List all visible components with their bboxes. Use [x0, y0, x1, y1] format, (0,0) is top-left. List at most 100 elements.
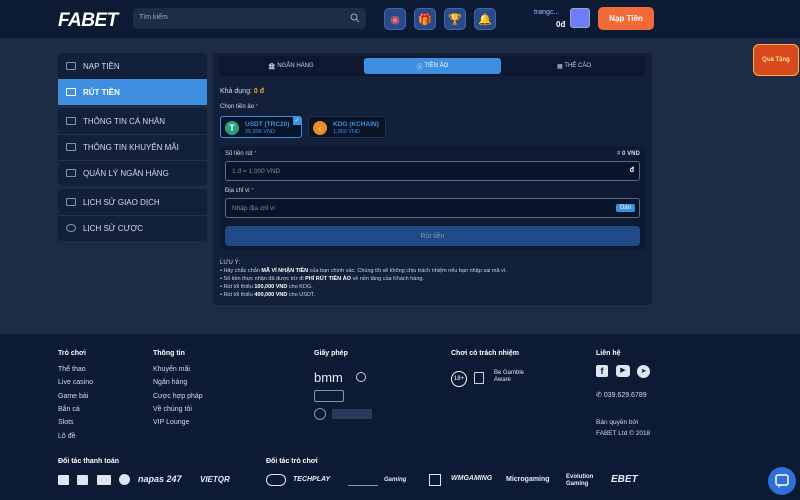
security-badge — [332, 409, 372, 419]
trophy-icon[interactable]: 🏆 — [444, 8, 466, 30]
footer-link[interactable]: Lô đề — [58, 433, 76, 440]
search-icon[interactable] — [350, 13, 360, 23]
coin-icon: ⓢ — [416, 64, 425, 71]
note-3: • Rút tối thiểu 100,000 VND cho KDG. — [220, 284, 313, 290]
footer-link[interactable]: Khuyến mãi — [153, 366, 190, 373]
sidebar-group-history: LỊCH SỬ GIAO DỊCH LỊCH SỬ CƯỢC — [58, 189, 207, 241]
note-4: • Rút tối thiểu 400,000 VND cho USDT. — [220, 292, 315, 298]
check-icon: ✓ — [293, 117, 301, 125]
note-bold: MÃ VÍ NHẬN TIỀN — [261, 268, 309, 274]
label-text: Chọn tiền ảo — [220, 104, 255, 110]
amount-converted: = 0 VND — [617, 151, 640, 157]
required-mark: * — [255, 104, 259, 110]
promo-gift-badge[interactable]: Quà Tặng — [753, 44, 799, 76]
note-text: • Hãy chắc chắn — [220, 268, 262, 274]
sidebar-item-label: THÔNG TIN CÁ NHÂN — [83, 116, 166, 126]
tab-card[interactable]: ▦ THẺ CÀO — [506, 58, 642, 74]
sidebar-item-withdraw[interactable]: RÚT TIỀN — [58, 79, 207, 105]
deposit-button[interactable]: Nạp Tiền — [598, 7, 654, 30]
history-icon — [66, 198, 76, 206]
sidebar-item-promotions[interactable]: THÔNG TIN KHUYẾN MÃI — [58, 134, 207, 160]
facebook-icon[interactable]: f — [596, 365, 608, 377]
partner-logo — [58, 475, 69, 485]
gift-icon[interactable]: 🎁 — [414, 8, 436, 30]
chat-icon — [775, 474, 789, 488]
footer-link[interactable]: Bắn cá — [58, 406, 80, 413]
username[interactable]: trangc... — [534, 9, 559, 16]
telegram-icon[interactable]: ➤ — [637, 365, 650, 378]
footer-link[interactable]: Cược hợp pháp — [153, 393, 203, 400]
napas-logo: napas 247 — [138, 474, 182, 484]
header-balance: 0đ — [556, 20, 566, 29]
techplay-logo: TECHPLAY — [293, 476, 331, 483]
available-label: Khả dụng: — [220, 88, 252, 95]
withdraw-submit-button[interactable]: Rút tiền — [225, 226, 640, 246]
footer-link[interactable]: VIP Lounge — [153, 419, 189, 426]
note-2: • Số tiền thực nhận đã được trừ đi PHÍ R… — [220, 276, 424, 282]
youtube-icon[interactable]: ▶ — [616, 365, 630, 377]
footer-responsible-title: Chơi có trách nhiệm — [451, 350, 519, 357]
lucky-wheel-icon[interactable]: ◉ — [384, 8, 406, 30]
copyright-line-2: FABET Ltd © 2018 — [596, 430, 651, 437]
paste-button[interactable]: Dán — [615, 204, 635, 212]
sidebar-item-label: NẠP TIỀN — [83, 61, 120, 71]
fabet-logo[interactable]: FABET — [58, 10, 118, 32]
partner-logo — [348, 474, 378, 486]
available-balance: Khả dụng: 0 đ — [220, 88, 264, 95]
card-icon — [66, 143, 76, 151]
sidebar-item-bet-history[interactable]: LỊCH SỬ CƯỢC — [58, 215, 207, 241]
amount-input[interactable]: 1 đ = 1,000 VND đ — [225, 161, 640, 181]
copyright-line-1: Bản quyền bởi — [596, 419, 639, 426]
note-text: cho KDG. — [287, 284, 313, 290]
footer-link[interactable]: Về chúng tôi — [153, 406, 192, 413]
note-text: • Rút tối thiểu — [220, 284, 255, 290]
bank-card-icon — [66, 169, 76, 177]
search-input[interactable]: Tìm kiếm — [139, 14, 168, 21]
shield-icon — [314, 408, 326, 420]
wallet-address-input[interactable]: Nhập địa chỉ ví Dán — [225, 198, 640, 218]
footer-link[interactable]: Thể thao — [58, 366, 86, 373]
footer-info-title: Thông tin — [153, 350, 185, 357]
tab-bank[interactable]: 🏦 NGÂN HÀNG — [223, 58, 359, 74]
gamcare-icon — [474, 372, 484, 384]
tab-label: TIỀN ẢO — [424, 63, 449, 69]
coin-option-kdg[interactable]: ‹ KDG (KCHAIN) 1,000 VND — [308, 116, 386, 138]
coin-option-usdt[interactable]: T USDT (TRC20) 25,906 VND ✓ — [220, 116, 302, 138]
wmgaming-logo: WMGAMING — [451, 475, 493, 482]
tether-icon: T — [225, 121, 239, 135]
sidebar-item-deposit[interactable]: NẠP TIỀN — [58, 53, 207, 79]
footer-link[interactable]: Slots — [58, 419, 74, 426]
kdg-icon: ‹ — [313, 121, 327, 135]
tab-crypto[interactable]: ⓢ TIỀN ẢO — [364, 58, 501, 74]
tab-label: THẺ CÀO — [564, 63, 591, 69]
amount-label: Số tiền rút * — [225, 151, 256, 157]
bell-icon[interactable]: 🔔 — [474, 8, 496, 30]
footer-link[interactable]: Live casino — [58, 379, 93, 386]
sidebar-item-label: THÔNG TIN KHUYẾN MÃI — [83, 142, 179, 152]
wallet-placeholder: Nhập địa chỉ ví — [232, 205, 275, 212]
note-text: về nền tảng của Khách hàng. — [350, 276, 425, 282]
note-text: • Rút tối thiểu — [220, 292, 255, 298]
footer-license-title: Giấy phép — [314, 350, 348, 357]
sidebar-group-account: THÔNG TIN CÁ NHÂN THÔNG TIN KHUYẾN MÃI Q… — [58, 108, 207, 186]
live-chat-button[interactable] — [768, 467, 796, 495]
coin-limit: 1,000 VND — [333, 129, 360, 135]
tab-label: NGÂN HÀNG — [277, 63, 314, 69]
sidebar-item-profile[interactable]: THÔNG TIN CÁ NHÂN — [58, 108, 207, 134]
search-box[interactable]: Tìm kiếm — [133, 8, 366, 29]
sidebar-item-transaction-history[interactable]: LỊCH SỬ GIAO DỊCH — [58, 189, 207, 215]
note-text: của bạn chính xác. Chúng tôi sẽ không ch… — [308, 268, 507, 274]
phone-text: 039.629.6789 — [603, 392, 647, 399]
sidebar-item-bank-management[interactable]: QUẢN LÝ NGÂN HÀNG — [58, 160, 207, 186]
label-text: Số tiền rút — [225, 151, 253, 157]
phone-number[interactable]: ✆ 039.629.6789 — [596, 391, 647, 399]
sidebar-item-label: RÚT TIỀN — [83, 87, 120, 97]
note-text: • Số tiền thực nhận đã được trừ đi — [220, 276, 306, 282]
footer-games-title: Trò chơi — [58, 350, 86, 357]
required-mark: * — [251, 188, 254, 194]
card-icon: ▦ — [556, 63, 565, 70]
footer-link[interactable]: Ngân hàng — [153, 379, 187, 386]
avatar[interactable] — [570, 8, 590, 28]
footer-link[interactable]: Game bài — [58, 393, 88, 400]
coin-name: KDG (KCHAIN) — [333, 121, 379, 128]
